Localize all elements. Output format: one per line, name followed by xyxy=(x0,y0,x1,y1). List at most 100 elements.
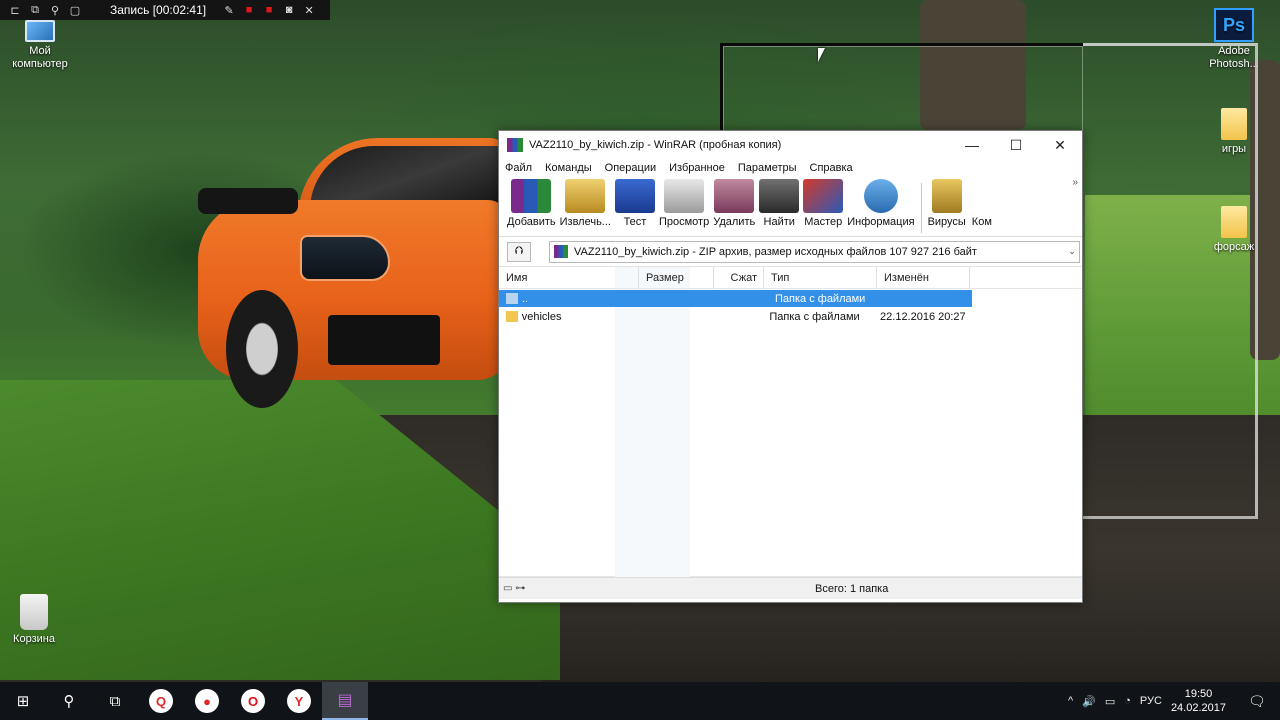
toolbar-label: Добавить xyxy=(507,216,556,228)
taskbar: ⊞ ⚲ ⧉ Q ● O Y ▤ ^ 🔊 ▭ ◔ РУС 19:50 24.02.… xyxy=(0,682,1280,720)
task-view-icon[interactable]: ⧉ xyxy=(92,682,138,720)
computer-icon xyxy=(25,20,55,42)
archive-icon xyxy=(554,245,568,258)
menu-favorites[interactable]: Избранное xyxy=(669,162,725,174)
camera-icon[interactable]: ◙ xyxy=(282,4,296,16)
notifications-icon[interactable]: 🗨 xyxy=(1248,693,1272,710)
toolbar-label: Удалить xyxy=(713,216,756,228)
winrar-icon: ▤ xyxy=(337,692,353,709)
file-row-vehicles[interactable]: vehicles Папка с файлами 22.12.2016 20:2… xyxy=(499,308,972,325)
menu-options[interactable]: Параметры xyxy=(738,162,797,174)
winrar-icon xyxy=(507,138,523,152)
menu-file[interactable]: Файл xyxy=(505,162,532,174)
desktop-icon-recycle-bin[interactable]: Корзина xyxy=(0,594,74,646)
clock-date: 24.02.2017 xyxy=(1170,702,1226,714)
window-titlebar[interactable]: VAZ2110_by_kiwich.zip - WinRAR (пробная … xyxy=(499,131,1082,159)
region-icon[interactable]: ▢ xyxy=(68,4,82,17)
folder-icon xyxy=(506,311,518,322)
menu-bar: Файл Команды Операции Избранное Параметр… xyxy=(499,159,1082,177)
add-archive-icon xyxy=(511,179,552,213)
taskbar-app-opera[interactable]: O xyxy=(230,682,276,720)
column-type[interactable]: Тип xyxy=(764,266,877,289)
close-icon[interactable]: ✕ xyxy=(302,4,316,17)
column-name[interactable]: Имя xyxy=(499,266,639,289)
clock-time: 19:50 xyxy=(1184,688,1213,700)
archive-path-text: VAZ2110_by_kiwich.zip - ZIP архив, разме… xyxy=(574,245,977,258)
file-row-parent[interactable]: .. Папка с файлами xyxy=(499,290,972,307)
taskbar-app-microphone[interactable]: ● xyxy=(184,682,230,720)
toolbar-label: Извлечь... xyxy=(559,216,611,228)
desktop-icon-my-computer[interactable]: Мой компьютер xyxy=(0,20,80,71)
desktop-icon-label: Корзина xyxy=(13,633,55,645)
file-type: Папка с файлами xyxy=(775,292,866,305)
toolbar-wizard-button[interactable]: Мастер xyxy=(803,179,844,228)
toolbar-test-button[interactable]: Тест xyxy=(614,179,655,228)
window-title: VAZ2110_by_kiwich.zip - WinRAR (пробная … xyxy=(529,139,782,151)
file-list[interactable]: Имя Размер Сжат Тип Изменён .. Папка с ф… xyxy=(499,266,1082,577)
taskbar-app-search[interactable]: Q xyxy=(138,682,184,720)
toolbar-view-button[interactable]: Просмотр xyxy=(659,179,709,228)
toolbar-extract-button[interactable]: Извлечь... xyxy=(560,179,611,228)
toolbar-delete-button[interactable]: Удалить xyxy=(713,179,755,228)
toolbar-separator xyxy=(920,183,922,233)
file-modified: 22.12.2016 20:27 xyxy=(880,310,966,323)
file-type: Папка с файлами xyxy=(769,310,860,323)
wizard-icon xyxy=(803,179,844,213)
chevron-down-icon[interactable]: ⌄ xyxy=(1065,246,1079,257)
file-name: .. xyxy=(522,292,529,305)
volume-icon[interactable]: 🔊 xyxy=(1082,695,1096,708)
screen-recorder-toolbar: ⊏ ⧉ ⚲ ▢ Запись [00:02:41] ✎ ■ ■ ◙ ✕ xyxy=(0,0,330,20)
drive-icon[interactable]: ▭ ⊶ xyxy=(499,583,537,594)
column-modified[interactable]: Изменён xyxy=(877,266,970,289)
toolbar-add-button[interactable]: Добавить xyxy=(507,179,556,228)
taskbar-app-winrar[interactable]: ▤ xyxy=(322,682,368,720)
toolbar-find-button[interactable]: Найти xyxy=(759,179,800,228)
column-size[interactable]: Размер xyxy=(639,266,714,289)
toolbar-label: Вирусы xyxy=(927,216,966,228)
column-header: Имя Размер Сжат Тип Изменён xyxy=(499,266,1082,289)
search-icon[interactable]: ⚲ xyxy=(46,682,92,720)
winrar-window: VAZ2110_by_kiwich.zip - WinRAR (пробная … xyxy=(498,130,1083,603)
microphone-icon: ● xyxy=(195,689,219,713)
pin-icon[interactable]: ⊏ xyxy=(8,4,22,17)
maximize-button[interactable]: ☐ xyxy=(994,131,1038,159)
tray-chevron-icon[interactable]: ^ xyxy=(1068,695,1073,707)
car-air-intake xyxy=(328,315,440,365)
toolbar-comment-button[interactable]: Ком xyxy=(969,179,994,228)
car-spoiler xyxy=(198,188,298,214)
archive-path-field[interactable]: VAZ2110_by_kiwich.zip - ZIP архив, разме… xyxy=(549,240,1080,263)
extract-folder-icon xyxy=(565,179,606,213)
wifi-icon[interactable]: ◔ xyxy=(1124,695,1131,707)
photoshop-icon: Ps xyxy=(1214,8,1254,42)
toolbar: Добавить Извлечь... Тест Просмотр Удалит… xyxy=(499,177,1082,237)
menu-help[interactable]: Справка xyxy=(810,162,853,174)
window-icon[interactable]: ⧉ xyxy=(28,4,42,17)
file-name: vehicles xyxy=(521,310,562,323)
language-indicator[interactable]: РУС xyxy=(1140,695,1162,707)
status-text: Всего: 1 папка xyxy=(815,582,889,595)
car-wheel xyxy=(226,290,298,408)
taskbar-app-yandex[interactable]: Y xyxy=(276,682,322,720)
wallpaper-car xyxy=(188,130,508,415)
clock[interactable]: 19:50 24.02.2017 xyxy=(1171,687,1226,715)
toolbar-virus-scan-button[interactable]: Вирусы xyxy=(928,179,966,228)
toolbar-info-button[interactable]: Информация xyxy=(847,179,915,228)
toolbar-label: Тест xyxy=(623,216,647,228)
search-app-icon: Q xyxy=(149,689,173,713)
zoom-icon[interactable]: ⚲ xyxy=(48,4,62,17)
menu-operations[interactable]: Операции xyxy=(605,162,656,174)
start-button[interactable]: ⊞ xyxy=(0,682,46,720)
up-folder-button[interactable]: ⮉ xyxy=(507,241,531,262)
stop-icon[interactable]: ■ xyxy=(242,4,256,16)
pen-icon[interactable]: ✎ xyxy=(222,4,236,17)
menu-commands[interactable]: Команды xyxy=(545,162,592,174)
toolbar-more-chevron-icon[interactable]: » xyxy=(1072,177,1078,188)
toolbar-label: Информация xyxy=(847,216,915,228)
view-glasses-icon xyxy=(664,179,705,213)
minimize-button[interactable]: — xyxy=(950,131,994,159)
close-button[interactable]: ✕ xyxy=(1038,131,1082,159)
info-icon xyxy=(863,179,898,213)
column-packed[interactable]: Сжат xyxy=(714,266,764,289)
battery-icon[interactable]: ▭ xyxy=(1105,695,1115,708)
pause-icon[interactable]: ■ xyxy=(262,4,276,16)
